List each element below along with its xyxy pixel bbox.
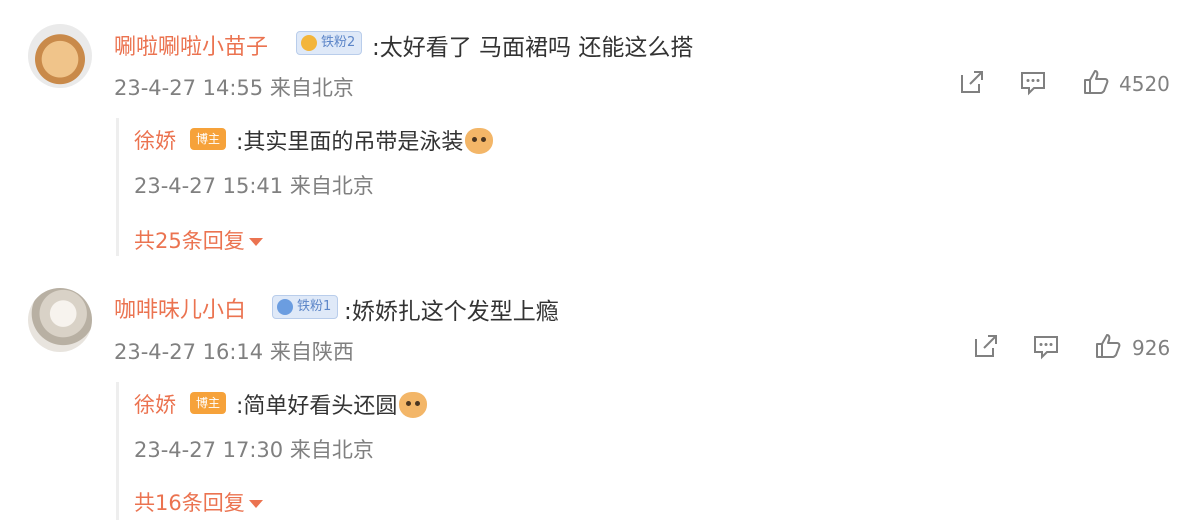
cat-emoji-icon xyxy=(399,392,428,418)
share-icon[interactable] xyxy=(972,332,1000,360)
reply-username[interactable]: 徐娇 xyxy=(134,125,176,155)
reply-text: :简单好看头还圆 xyxy=(236,388,428,420)
reply-divider xyxy=(116,382,119,520)
reply-divider xyxy=(116,118,119,256)
dropdown-arrow-icon xyxy=(248,238,263,246)
crown-icon xyxy=(301,35,317,51)
comment-icon[interactable] xyxy=(1032,332,1060,360)
like-count: 4520 xyxy=(1119,72,1170,96)
comment-meta: 23-4-27 16:14 来自陕西 xyxy=(114,340,354,364)
avatar[interactable] xyxy=(28,288,92,352)
reply-username[interactable]: 徐娇 xyxy=(134,389,176,419)
like-icon[interactable] xyxy=(1094,332,1122,360)
like-icon[interactable] xyxy=(1082,68,1110,96)
comment-text: :太好看了 马面裙吗 还能这么搭 xyxy=(372,35,694,61)
cat-emoji-icon xyxy=(465,128,494,154)
more-replies-link[interactable]: 共16条回复 xyxy=(134,487,263,517)
comment-icon[interactable] xyxy=(1019,68,1047,96)
owner-badge: 博主 xyxy=(190,392,226,414)
comment-username[interactable]: 咖啡味儿小白 xyxy=(114,292,246,324)
diamond-icon xyxy=(277,299,293,315)
avatar[interactable] xyxy=(28,24,92,88)
fan-badge: 铁粉2 xyxy=(296,31,363,55)
more-replies-link[interactable]: 共25条回复 xyxy=(134,225,263,255)
comment-username[interactable]: 唰啦唰啦小苗子 xyxy=(114,29,268,61)
reply-text: :其实里面的吊带是泳装 xyxy=(236,124,494,156)
dropdown-arrow-icon xyxy=(248,500,263,508)
comment-text: :娇娇扎这个发型上瘾 xyxy=(344,299,559,325)
fan-badge: 铁粉1 xyxy=(272,295,339,319)
reply-meta: 23-4-27 17:30 来自北京 xyxy=(134,438,374,462)
comment-meta: 23-4-27 14:55 来自北京 xyxy=(114,76,354,100)
like-count: 926 xyxy=(1132,336,1171,360)
reply-meta: 23-4-27 15:41 来自北京 xyxy=(134,174,374,198)
owner-badge: 博主 xyxy=(190,128,226,150)
share-icon[interactable] xyxy=(958,68,986,96)
